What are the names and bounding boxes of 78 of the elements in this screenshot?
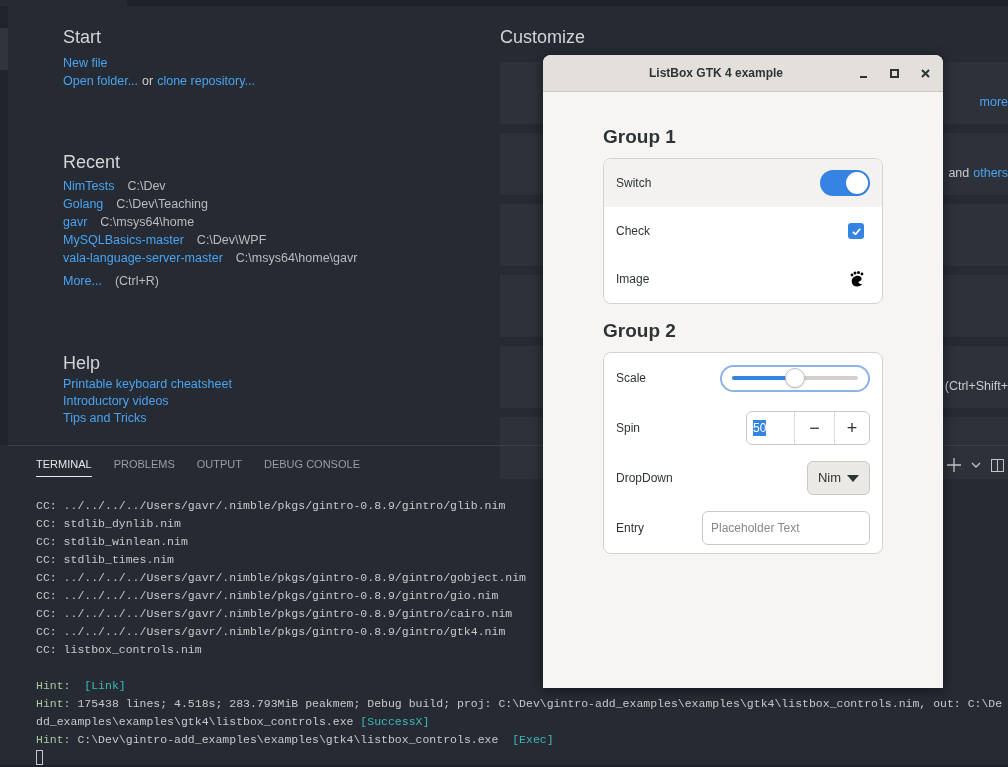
link[interactable]: Open folder...	[63, 72, 139, 90]
recent-link[interactable]: vala-language-server-master	[63, 249, 223, 267]
hint-label: Hint:	[36, 732, 71, 748]
row-label: Scale	[616, 370, 647, 387]
terminal-tag: [Link]	[84, 677, 126, 695]
close-icon[interactable]	[921, 68, 930, 78]
panel-tab[interactable]: PROBLEMS	[113, 452, 175, 478]
add-icon[interactable]	[947, 458, 961, 472]
recent-link[interactable]: Golang	[63, 195, 104, 213]
folder-path: C:\Dev	[127, 178, 166, 195]
folder-path: C:\msys64\home\gavr	[235, 250, 358, 267]
decrement-button[interactable]: −	[794, 412, 834, 444]
terminal-text: CC: ../../../../Users/gavr/.nimble/pkgs/gintro-0.8.9/gintro/gobject.nim	[36, 570, 526, 586]
text: or	[142, 73, 154, 90]
terminal-text: CC: ../../../../Users/gavr/.nimble/pkgs/gintro-0.8.9/gintro/gtk4.nim	[36, 624, 506, 640]
row-label: DropDown	[616, 470, 673, 487]
terminal-text: CC: ../../../../Users/gavr/.nimble/pkgs/gintro-0.8.9/gintro/gio.nim	[36, 588, 499, 604]
terminal-tag: [Exec]	[512, 731, 554, 749]
folder-path: C:\msys64\home	[100, 214, 195, 231]
list-row[interactable]: Switch	[604, 159, 882, 207]
text: (Ctrl+Shift+	[944, 378, 1008, 396]
check-icon	[850, 225, 862, 237]
row-label: Image	[616, 271, 650, 288]
help-link[interactable]: Printable keyboard cheatsheet	[63, 377, 232, 391]
terminal-cursor	[36, 750, 43, 765]
foot-icon	[850, 270, 864, 288]
group-heading: Group 1	[603, 125, 677, 149]
link[interactable]: New file	[63, 54, 108, 72]
dropdown[interactable]: Nim	[806, 461, 870, 495]
slider[interactable]	[720, 364, 870, 392]
text-field[interactable]: Placeholder Text	[702, 511, 870, 545]
caret-icon	[847, 474, 859, 482]
terminal-text: CC: listbox_controls.nim	[36, 642, 202, 658]
recent-link[interactable]: gavr	[63, 213, 88, 231]
shortcut-hint: (Ctrl+R)	[114, 273, 159, 290]
row-label: Entry	[616, 520, 644, 537]
help-link[interactable]: Tips and Tricks	[63, 411, 147, 425]
link[interactable]: more	[979, 93, 1008, 112]
recent-link[interactable]: NimTests	[63, 177, 115, 195]
split-icon[interactable]	[991, 458, 1004, 472]
terminal-text: CC: ../../../../Users/gavr/.nimble/pkgs/gintro-0.8.9/gintro/cairo.nim	[36, 606, 513, 622]
terminal-text: CC: ../../../../Users/gavr/.nimble/pkgs/gintro-0.8.9/gintro/glib.nim	[36, 498, 506, 514]
text: and	[948, 165, 970, 183]
folder-path: C:\Dev\WPF	[196, 232, 267, 249]
terminal-tag: [SuccessX]	[360, 713, 430, 731]
spin-button[interactable]: 50 − +	[746, 411, 870, 445]
hint-label: Hint:	[36, 678, 72, 694]
group-heading: Group 2	[603, 319, 677, 343]
hint-label: Hint:	[36, 696, 71, 712]
row-label: Spin	[616, 420, 641, 437]
window-title: ListBox GTK 4 example	[647, 65, 784, 82]
terminal-text: CC: stdlib_dynlib.nim	[36, 516, 181, 532]
help-link[interactable]: Introductory videos	[63, 394, 169, 408]
chevron-down-icon[interactable]	[971, 462, 981, 468]
section-heading: Start	[63, 26, 102, 48]
terminal-text: C:\Dev\gintro-add_examples\examples\gtk4\listbox_controls.exe	[76, 732, 500, 748]
spin-value: 50	[753, 420, 767, 436]
checkbox[interactable]	[848, 223, 864, 239]
link[interactable]: clone repository...	[157, 72, 255, 90]
panel-tab[interactable]: DEBUG CONSOLE	[264, 452, 360, 478]
panel-tab[interactable]: TERMINAL	[36, 452, 92, 478]
recent-link[interactable]: MySQLBasics-master	[63, 231, 184, 249]
section-heading: Customize	[500, 26, 587, 48]
more-link[interactable]: More...	[63, 272, 102, 290]
panel-tab[interactable]: OUTPUT	[196, 452, 242, 478]
section-heading: Recent	[63, 151, 122, 173]
terminal-text: CC: stdlib_times.nim	[36, 552, 175, 568]
section-heading: Help	[63, 352, 102, 374]
maximize-icon[interactable]	[890, 68, 899, 78]
row-label: Switch	[616, 175, 652, 192]
link[interactable]: others	[973, 164, 1008, 183]
toggle-switch[interactable]	[820, 170, 870, 196]
terminal-text: 175438 lines; 4.518s; 283.793MiB peakmem; Debug build; proj: C:\Dev\gintro-add_examples\examples\gtk4\listbox_controls.nim, out: C:\De	[76, 696, 1003, 712]
terminal-text: CC: stdlib_winlean.nim	[36, 534, 188, 550]
folder-path: C:\Dev\Teaching	[116, 196, 209, 213]
increment-button[interactable]: +	[834, 412, 869, 444]
row-label: Check	[616, 223, 650, 240]
terminal-text: dd_examples\examples\gtk4\listbox_controls.exe	[36, 714, 355, 730]
